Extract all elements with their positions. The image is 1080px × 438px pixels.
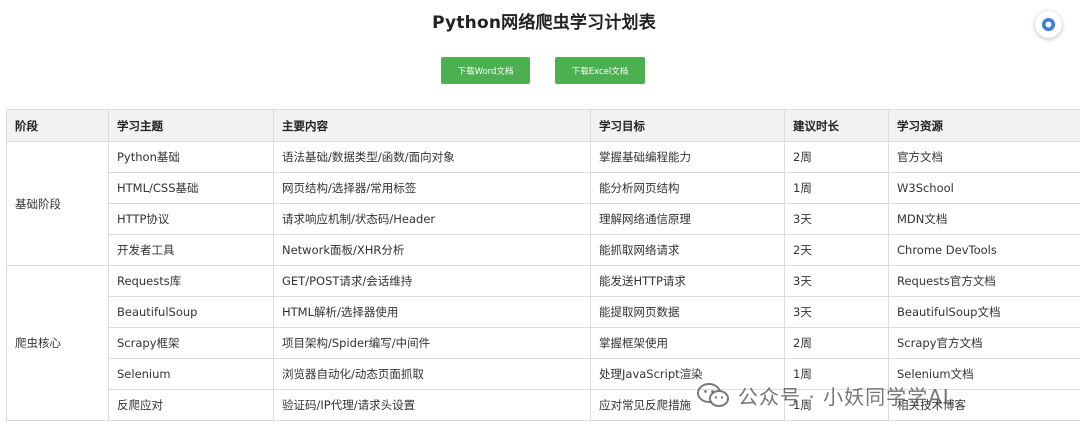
table-row: BeautifulSoup HTML解析/选择器使用 能提取网页数据 3天 Be… — [7, 296, 1080, 328]
column-header-content: 主要内容 — [273, 109, 591, 142]
topic-cell: 反爬应对 — [108, 389, 274, 421]
resource-cell: BeautifulSoup文档 — [888, 296, 1080, 328]
duration-cell: 3天 — [784, 296, 889, 328]
goal-cell: 掌握基础编程能力 — [590, 141, 785, 173]
topic-cell: Requests库 — [108, 265, 274, 297]
column-header-duration: 建议时长 — [784, 109, 889, 142]
content-cell: 项目架构/Spider编写/中间件 — [273, 327, 591, 359]
topic-cell: HTTP协议 — [108, 203, 274, 235]
duration-cell: 3天 — [784, 265, 889, 297]
topic-cell: Scrapy框架 — [108, 327, 274, 359]
resource-cell: W3School — [888, 172, 1080, 204]
stage-cell: 基础阶段 — [6, 141, 109, 266]
goal-cell: 能分析网页结构 — [590, 172, 785, 204]
column-header-resource: 学习资源 — [888, 109, 1080, 142]
topic-cell: 开发者工具 — [108, 234, 274, 266]
duration-cell: 1周 — [784, 172, 889, 204]
resource-cell: MDN文档 — [888, 203, 1080, 235]
table-row: 反爬应对 验证码/IP代理/请求头设置 应对常见反爬措施 1周 相关技术博客 — [7, 389, 1080, 421]
topic-cell: Python基础 — [108, 141, 274, 173]
resource-cell: Scrapy官方文档 — [888, 327, 1080, 359]
resource-cell: Chrome DevTools — [888, 234, 1080, 266]
goal-cell: 理解网络通信原理 — [590, 203, 785, 235]
page: Python网络爬虫学习计划表 下载Word文档 下载Excel文档 阶段 学习… — [0, 0, 1080, 438]
content-cell: 浏览器自动化/动态页面抓取 — [273, 358, 591, 390]
page-title: Python网络爬虫学习计划表 — [432, 13, 656, 33]
resource-cell: Requests官方文档 — [888, 265, 1080, 297]
duration-cell: 2天 — [784, 234, 889, 266]
table-header-row: 阶段 学习主题 主要内容 学习目标 建议时长 学习资源 — [6, 109, 1080, 142]
content-cell: HTML解析/选择器使用 — [273, 296, 591, 328]
stage-cell: 爬虫核心 — [6, 265, 109, 421]
content-cell: GET/POST请求/会话维持 — [273, 265, 591, 297]
goal-cell: 应对常见反爬措施 — [590, 389, 785, 421]
goal-cell: 能发送HTTP请求 — [590, 265, 785, 297]
duration-cell: 2周 — [784, 327, 889, 359]
topic-cell: BeautifulSoup — [108, 296, 274, 328]
duration-cell: 1周 — [784, 358, 889, 390]
content-cell: 网页结构/选择器/常用标签 — [273, 172, 591, 204]
topic-cell: HTML/CSS基础 — [108, 172, 274, 204]
table-row: HTML/CSS基础 网页结构/选择器/常用标签 能分析网页结构 1周 W3Sc… — [7, 172, 1080, 204]
topic-cell: Selenium — [108, 358, 274, 390]
duration-cell: 1周 — [784, 389, 889, 421]
content-cell: 验证码/IP代理/请求头设置 — [273, 389, 591, 421]
resource-cell: 相关技术博客 — [888, 389, 1080, 421]
resource-cell: 官方文档 — [888, 141, 1080, 173]
resource-cell: Selenium文档 — [888, 358, 1080, 390]
floating-action-button[interactable] — [1035, 11, 1062, 38]
content-cell: Network面板/XHR分析 — [273, 234, 591, 266]
content-cell: 语法基础/数据类型/函数/面向对象 — [273, 141, 591, 173]
table-row: 基础阶段 Python基础 语法基础/数据类型/函数/面向对象 掌握基础编程能力… — [6, 141, 1080, 266]
goal-cell: 能抓取网络请求 — [590, 234, 785, 266]
goal-cell: 掌握框架使用 — [590, 327, 785, 359]
table-row: Selenium 浏览器自动化/动态页面抓取 处理JavaScript渲染 1周… — [7, 358, 1080, 390]
table-row: 开发者工具 Network面板/XHR分析 能抓取网络请求 2天 Chrome … — [7, 234, 1080, 266]
content-cell: 请求响应机制/状态码/Header — [273, 203, 591, 235]
download-word-button[interactable]: 下载Word文档 — [441, 57, 530, 84]
table-row: Scrapy框架 项目架构/Spider编写/中间件 掌握框架使用 2周 Scr… — [7, 327, 1080, 359]
duration-cell: 3天 — [784, 203, 889, 235]
table-row: HTTP协议 请求响应机制/状态码/Header 理解网络通信原理 3天 MDN… — [7, 203, 1080, 235]
record-circle-icon — [1041, 17, 1056, 32]
goal-cell: 处理JavaScript渲染 — [590, 358, 785, 390]
column-header-goal: 学习目标 — [590, 109, 785, 142]
duration-cell: 2周 — [784, 141, 889, 173]
column-header-topic: 学习主题 — [108, 109, 274, 142]
table-row: 爬虫核心 Requests库 GET/POST请求/会话维持 能发送HTTP请求… — [6, 265, 1080, 421]
study-plan-table: 阶段 学习主题 主要内容 学习目标 建议时长 学习资源 基础阶段 Python基… — [6, 109, 1080, 421]
download-excel-button[interactable]: 下载Excel文档 — [555, 57, 645, 84]
column-header-stage: 阶段 — [6, 109, 109, 142]
goal-cell: 能提取网页数据 — [590, 296, 785, 328]
